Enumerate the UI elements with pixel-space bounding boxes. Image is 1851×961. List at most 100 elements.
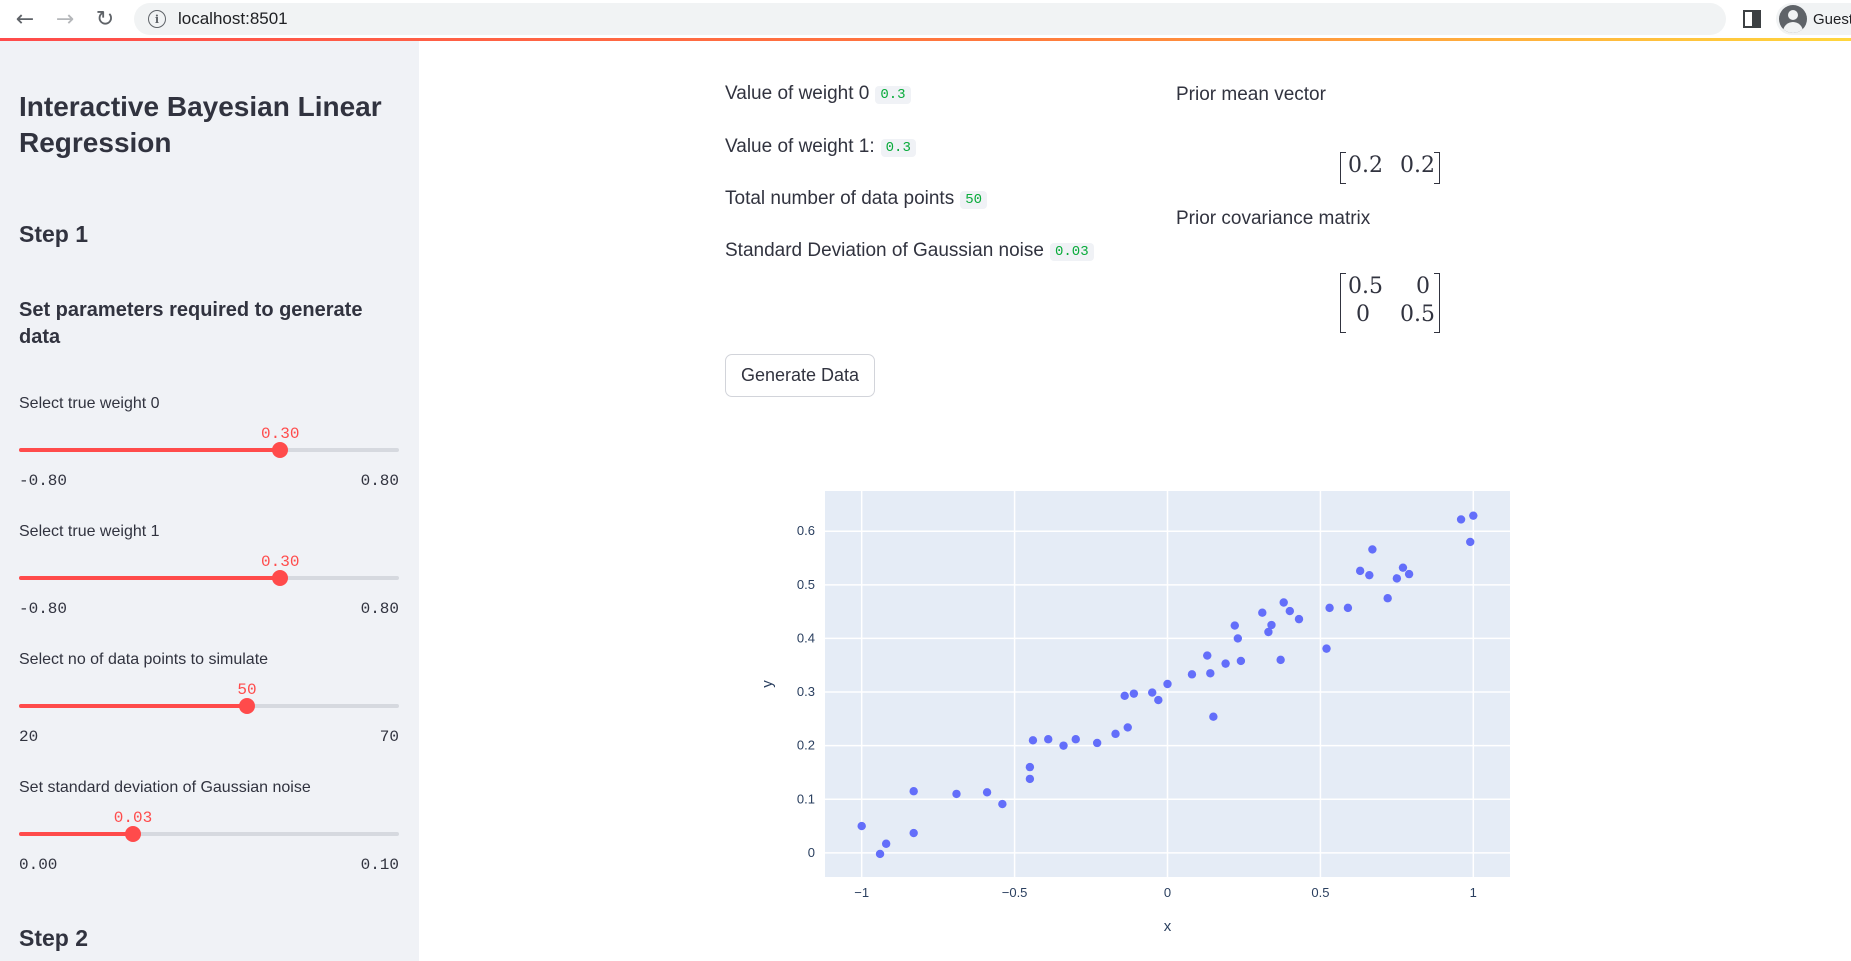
slider-fill <box>19 576 281 580</box>
y-axis-label: y <box>759 680 776 688</box>
slider-track[interactable] <box>19 704 399 708</box>
generate-data-button[interactable]: Generate Data <box>725 354 875 397</box>
data-point <box>1092 738 1102 748</box>
slider-thumb[interactable] <box>239 698 255 714</box>
slider-noise-std: Set standard deviation of Gaussian noise… <box>19 779 399 899</box>
data-point <box>909 828 918 838</box>
data-point <box>1148 688 1157 697</box>
data-point <box>1276 655 1285 665</box>
slider-weight1: Select true weight 1 0.30 -0.80 0.80 <box>19 523 399 643</box>
address-bar[interactable]: i localhost:8501 <box>134 3 1726 35</box>
reload-icon[interactable]: ↻ <box>88 0 122 38</box>
param-weight0: Value of weight 0 0.3 <box>725 83 911 105</box>
data-point <box>1279 598 1288 607</box>
y-tick-label: 0.3 <box>797 684 815 699</box>
param-noise: Standard Deviation of Gaussian noise 0.03 <box>725 240 1094 262</box>
prior-cov-entry: 0.5 <box>1400 302 1435 327</box>
slider-track[interactable] <box>19 448 399 452</box>
param-weight0-value: 0.3 <box>875 86 911 104</box>
param-weight1-label: Value of weight 1: <box>725 136 875 157</box>
profile-button[interactable]: Guest <box>1776 3 1851 35</box>
slider-thumb[interactable] <box>272 570 289 586</box>
data-point <box>1258 608 1267 617</box>
slider-thumb[interactable] <box>125 826 141 842</box>
y-tick-label: 0.2 <box>797 738 815 753</box>
slider-weight0: Select true weight 0 0.30 -0.80 0.80 <box>19 395 399 515</box>
prior-cov-entry: 0 <box>1356 302 1370 327</box>
data-point <box>1294 614 1304 624</box>
slider-label: Select true weight 0 <box>19 395 160 412</box>
slider-value: 0.30 <box>261 553 300 571</box>
x-axis-label: x <box>1164 918 1172 935</box>
data-point <box>1221 659 1230 668</box>
slider-value: 0.03 <box>113 809 153 827</box>
prior-mean-entry: 0.2 <box>1348 153 1383 178</box>
y-tick-label: 0.4 <box>797 630 815 645</box>
data-point <box>1456 515 1466 524</box>
prior-mean-label: Prior mean vector <box>1176 84 1326 105</box>
slider-data-points: Select no of data points to simulate 50 … <box>19 651 399 771</box>
y-tick-label: 0.6 <box>797 523 815 538</box>
data-point <box>1355 566 1365 576</box>
site-info-icon[interactable]: i <box>148 10 166 28</box>
data-point <box>1365 570 1374 580</box>
slider-track[interactable] <box>19 832 399 836</box>
data-point <box>1209 712 1218 721</box>
y-tick-label: 0 <box>808 845 815 860</box>
profile-avatar-icon <box>1779 5 1807 33</box>
matrix-bracket-left <box>1340 152 1346 184</box>
slider-value: 0.30 <box>261 425 300 443</box>
data-point <box>1163 679 1172 689</box>
data-point <box>875 849 885 859</box>
profile-label: Guest <box>1813 10 1851 28</box>
x-tick-label: 0 <box>1164 885 1171 900</box>
data-point <box>1466 537 1475 547</box>
data-point <box>1404 569 1414 579</box>
sidebar: Interactive Bayesian Linear Regression S… <box>0 41 419 961</box>
slider-min: -0.80 <box>19 472 68 490</box>
prior-cov-entry: 0.5 <box>1348 274 1383 299</box>
data-point <box>1120 691 1129 700</box>
data-point <box>982 788 992 797</box>
data-point <box>1059 741 1068 750</box>
data-point <box>952 789 961 799</box>
scatter-chart: −1 −0.5 0 0.5 1 0 0.1 0.2 0.3 0.4 0.5 0.6 x y <box>759 491 1510 935</box>
slider-min: 0.00 <box>19 856 58 874</box>
data-point <box>1267 620 1276 630</box>
slider-fill <box>19 704 247 708</box>
forward-arrow-icon[interactable]: → <box>48 0 82 38</box>
data-point <box>1071 735 1080 744</box>
data-point <box>881 839 891 848</box>
slider-value: 50 <box>237 681 257 699</box>
slider-max: 0.80 <box>360 472 399 490</box>
data-point <box>1233 634 1243 643</box>
slider-thumb[interactable] <box>272 442 289 458</box>
address-url[interactable]: localhost:8501 <box>178 9 288 29</box>
prior-cov-entry: 0 <box>1416 274 1430 299</box>
data-point <box>1398 563 1408 572</box>
slider-max: 70 <box>379 728 399 746</box>
slider-label: Set standard deviation of Gaussian noise <box>19 779 311 796</box>
slider-fill <box>19 448 281 452</box>
data-point <box>1111 729 1120 739</box>
sidebar-title: Interactive Bayesian Linear Regression <box>19 91 382 158</box>
prior-mean-vector: 0.2 0.2 <box>1340 152 1440 184</box>
y-axis-ticks: 0 0.1 0.2 0.3 0.4 0.5 0.6 <box>797 523 815 860</box>
data-point <box>1392 574 1402 583</box>
param-data-points-value: 50 <box>960 191 988 209</box>
prior-covariance-matrix: 0.5 0 0 0.5 <box>1340 273 1440 333</box>
data-point <box>998 799 1007 809</box>
data-point <box>1044 735 1053 744</box>
slider-max: 0.80 <box>360 600 399 618</box>
param-weight1: Value of weight 1: 0.3 <box>725 136 916 158</box>
slider-min: 20 <box>19 728 39 746</box>
back-arrow-icon[interactable]: ← <box>8 0 42 38</box>
data-point <box>1368 545 1377 554</box>
data-point <box>1230 621 1239 630</box>
side-panel-icon[interactable] <box>1743 10 1761 28</box>
x-tick-label: −0.5 <box>1002 885 1028 900</box>
x-axis-ticks: −1 −0.5 0 0.5 1 <box>854 885 1477 900</box>
slider-min: -0.80 <box>19 600 68 618</box>
data-point <box>1028 736 1038 745</box>
slider-track[interactable] <box>19 576 399 580</box>
